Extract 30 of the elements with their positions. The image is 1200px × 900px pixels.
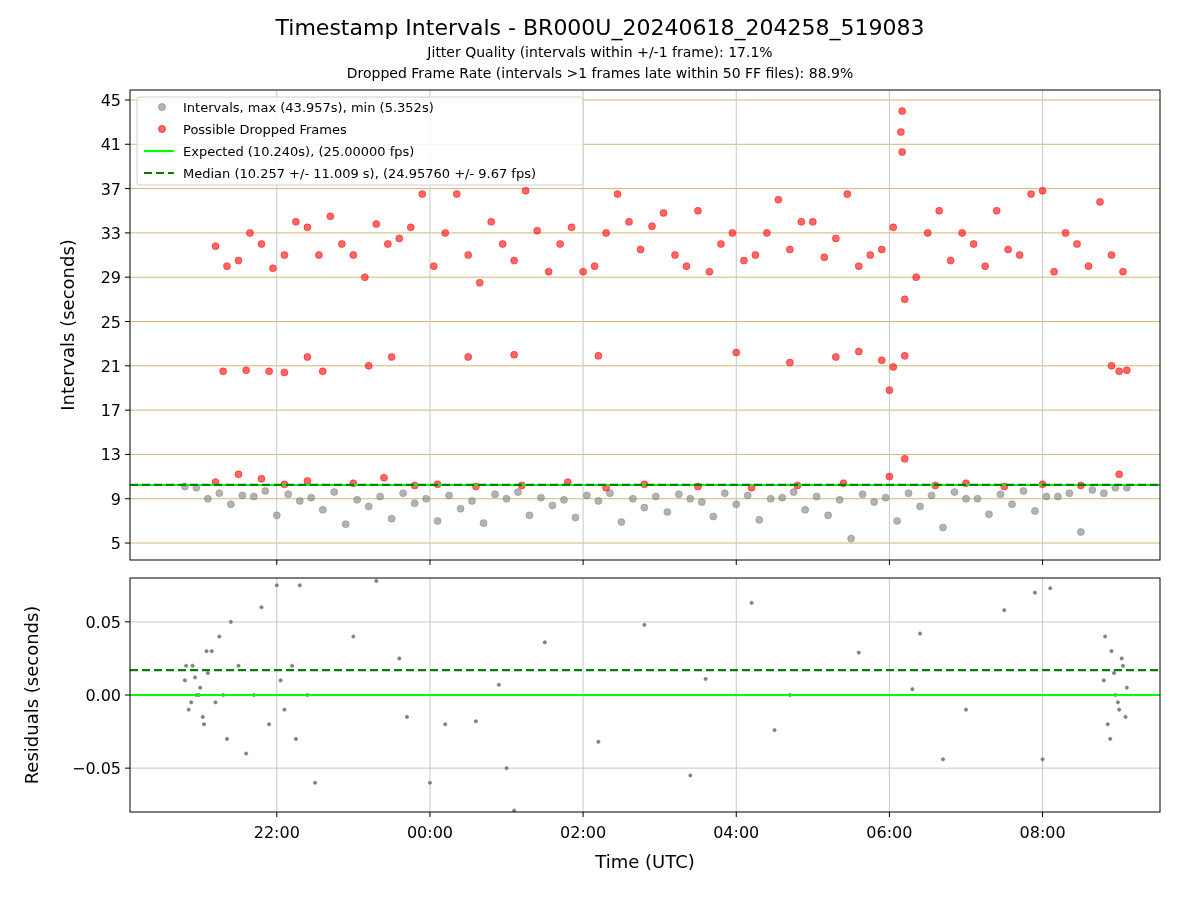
tick-label: 0.00 xyxy=(85,686,121,705)
tick-label: 45 xyxy=(100,90,121,110)
tick-label: 0.05 xyxy=(85,612,121,632)
tick-label: 5 xyxy=(110,534,121,554)
legend-label: Expected (10.240s), (25.00000 fps) xyxy=(183,143,415,159)
tick-label: 06:00 xyxy=(866,823,913,842)
tick-label: 22:00 xyxy=(253,823,300,842)
chart-subtitle: Dropped Frame Rate (intervals >1 frames late within 50 FF files): 88.9% xyxy=(346,64,854,83)
tick-label: 13 xyxy=(100,445,121,465)
tick-label: 08:00 xyxy=(1019,823,1066,842)
tick-label: 9 xyxy=(110,489,121,509)
axis-label: Intervals (seconds) xyxy=(57,239,78,411)
legend-label: Possible Dropped Frames xyxy=(183,121,347,137)
tick-label: −0.05 xyxy=(71,759,121,779)
tick-label: 25 xyxy=(100,312,121,332)
legend-label: Median (10.257 +/- 11.009 s), (24.95760 +/- 9.67 fps) xyxy=(183,165,536,181)
axis-label: Residuals (seconds) xyxy=(21,605,42,785)
tick-label: 33 xyxy=(100,223,121,243)
tick-label: 29 xyxy=(100,268,121,288)
tick-label: 21 xyxy=(100,356,121,376)
chart-title: Timestamp Intervals - BR000U_20240618_204258_519083 xyxy=(275,14,925,42)
tick-label: 37 xyxy=(100,179,121,199)
tick-label: 41 xyxy=(100,135,121,155)
axis-label: Time (UTC) xyxy=(595,851,695,872)
chart-subtitle: Jitter Quality (intervals within +/-1 frame): 17.1% xyxy=(427,43,773,62)
tick-label: 00:00 xyxy=(406,823,453,842)
tick-label: 17 xyxy=(100,401,121,421)
legend-label: Intervals, max (43.957s), min (5.352s) xyxy=(183,99,434,115)
tick-label: 02:00 xyxy=(560,823,607,842)
tick-label: 04:00 xyxy=(713,823,760,842)
